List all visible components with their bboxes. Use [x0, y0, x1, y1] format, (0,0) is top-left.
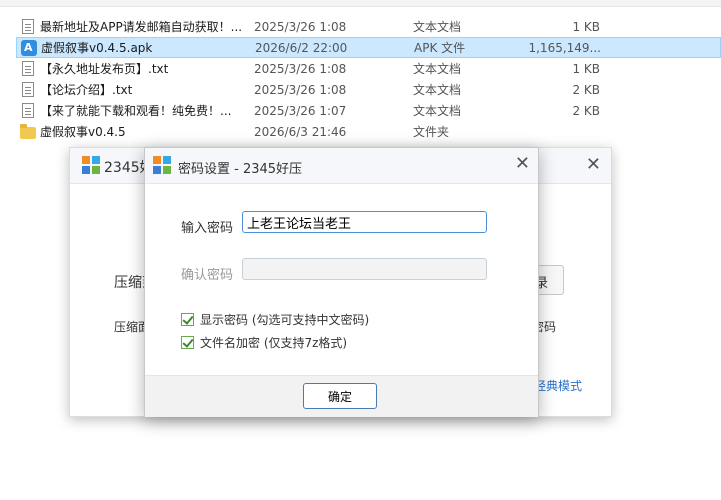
file-row-selected[interactable]: 虚假叙事v0.4.5.apk 2026/6/2 22:00 APK 文件 1,1…: [16, 37, 721, 58]
file-name: 【论坛介绍】.txt: [40, 83, 133, 97]
file-type: APK 文件: [414, 41, 466, 55]
app-logo-icon: [153, 156, 171, 174]
file-date: 2025/3/26 1:07: [254, 103, 347, 118]
dialog-titlebar: 密码设置 - 2345好压 ✕: [145, 148, 538, 184]
password-input[interactable]: [242, 211, 487, 233]
file-type: 文本文档: [413, 83, 462, 97]
file-name: 【永久地址发布页】.txt: [40, 62, 169, 76]
file-size: 2 KB: [572, 82, 600, 97]
file-date: 2025/3/26 1:08: [254, 61, 347, 76]
file-row[interactable]: 虚假叙事v0.4.5 2026/6/3 21:46 文件夹: [16, 121, 721, 142]
password-settings-dialog: 密码设置 - 2345好压 ✕ 输入密码 确认密码 显示密码 (勾选可支持中文密…: [144, 147, 539, 417]
file-row[interactable]: 【论坛介绍】.txt 2025/3/26 1:08 文本文档 2 KB: [16, 79, 721, 100]
classic-mode-link[interactable]: 经典模式: [534, 377, 582, 394]
column-header: [0, 0, 721, 7]
encrypt-filenames-label: 文件名加密 (仅支持7z格式): [200, 336, 348, 350]
file-row[interactable]: 最新地址及APP请发邮箱自动获取！... 2025/3/26 1:08 文本文档…: [16, 16, 721, 37]
checkbox-checked-icon[interactable]: [181, 313, 194, 326]
file-row[interactable]: 【来了就能下载和观看！纯免费！... 2025/3/26 1:07 文本文档 2…: [16, 100, 721, 121]
ok-button[interactable]: 确定: [303, 383, 377, 409]
apk-file-icon: [21, 39, 37, 56]
file-name: 最新地址及APP请发邮箱自动获取！...: [40, 20, 243, 34]
file-date: 2025/3/26 1:08: [254, 19, 347, 34]
show-password-label: 显示密码 (勾选可支持中文密码): [200, 313, 370, 327]
file-size: 1 KB: [572, 19, 600, 34]
dialog-close-icon[interactable]: ✕: [515, 153, 530, 174]
main-window-close-icon[interactable]: ✕: [586, 154, 601, 175]
confirm-password-input[interactable]: [242, 258, 487, 280]
file-type: 文本文档: [413, 62, 462, 76]
file-size: 1 KB: [572, 61, 600, 76]
txt-file-icon: [22, 61, 34, 76]
txt-file-icon: [22, 19, 34, 34]
checkbox-checked-icon[interactable]: [181, 336, 194, 349]
encrypt-filenames-checkbox[interactable]: 文件名加密 (仅支持7z格式): [181, 334, 347, 351]
show-password-checkbox[interactable]: 显示密码 (勾选可支持中文密码): [181, 311, 369, 328]
password-label: 输入密码: [181, 221, 234, 236]
file-date: 2025/3/26 1:08: [254, 82, 347, 97]
confirm-password-label: 确认密码: [181, 268, 234, 283]
file-row[interactable]: 【永久地址发布页】.txt 2025/3/26 1:08 文本文档 1 KB: [16, 58, 721, 79]
folder-icon: [20, 123, 36, 139]
dialog-footer: 确定: [145, 375, 538, 417]
file-date: 2026/6/3 21:46: [254, 124, 347, 139]
file-name: 虚假叙事v0.4.5: [40, 125, 126, 139]
file-name: 【来了就能下载和观看！纯免费！...: [40, 104, 232, 118]
dialog-title: 密码设置 - 2345好压: [178, 162, 303, 177]
file-size: 1,165,149...: [528, 40, 601, 55]
txt-file-icon: [22, 103, 34, 118]
file-type: 文件夹: [413, 125, 450, 139]
file-date: 2026/6/2 22:00: [255, 40, 348, 55]
file-type: 文本文档: [413, 20, 462, 34]
file-size: 2 KB: [572, 103, 600, 118]
app-logo-icon: [82, 156, 100, 174]
txt-file-icon: [22, 82, 34, 97]
file-name: 虚假叙事v0.4.5.apk: [41, 41, 153, 55]
file-type: 文本文档: [413, 104, 462, 118]
